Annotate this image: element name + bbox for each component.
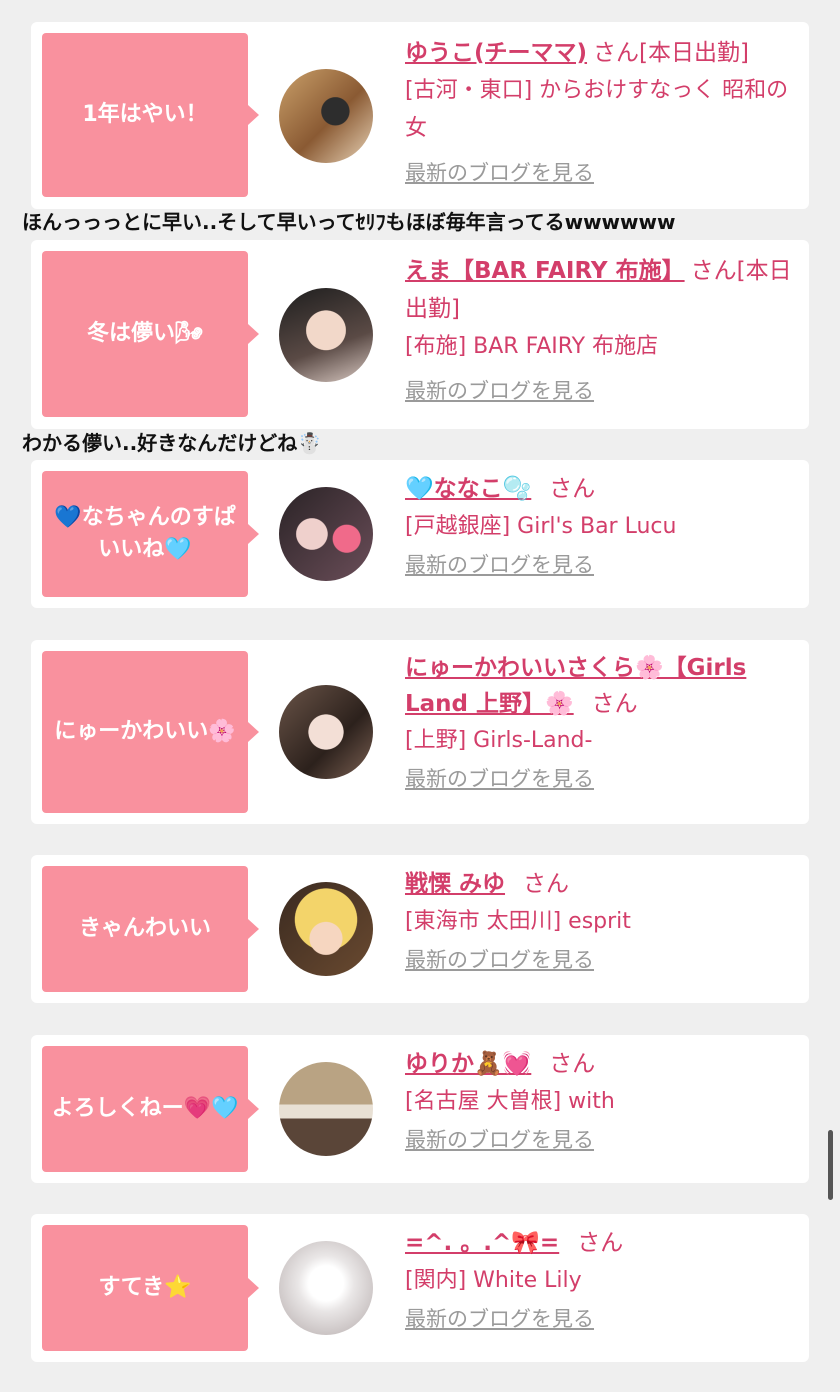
comment-bubble: 冬は儚い🌬: [42, 251, 259, 417]
latest-blog-link[interactable]: 最新のブログを見る: [405, 1304, 594, 1334]
comment-text: わかる儚い..好きなんだけどね☃️: [22, 431, 323, 455]
name-line: えま【BAR FAIRY 布施】 さん[本日出勤]: [405, 252, 795, 328]
honorific: さん: [549, 1051, 596, 1077]
honorific: さん: [549, 476, 596, 502]
user-name-link[interactable]: =^. 。.^🎀=: [405, 1230, 559, 1256]
avatar[interactable]: [279, 685, 373, 779]
comment-bubble: すてき⭐: [42, 1225, 259, 1351]
comment-bubble: にゅーかわいい🌸: [42, 651, 259, 813]
honorific: さん: [591, 691, 638, 717]
user-name-link[interactable]: ゆうこ(チーママ): [405, 40, 587, 66]
shop-text: [布施] BAR FAIRY 布施店: [405, 334, 659, 359]
scrollbar[interactable]: [828, 1130, 833, 1200]
avatar[interactable]: [279, 288, 373, 382]
name-line: ゆうこ(チーママ) さん[本日出勤]: [405, 34, 795, 72]
name-line: =^. 。.^🎀= さん: [405, 1224, 795, 1262]
honorific: さん: [593, 40, 640, 66]
user-name-link[interactable]: ゆりか🧸💓: [405, 1051, 531, 1077]
status-text: [本日出勤]: [639, 40, 749, 66]
latest-blog-link[interactable]: 最新のブログを見る: [405, 550, 594, 580]
avatar[interactable]: [279, 69, 373, 163]
shop-text: [戸越銀座] Girl's Bar Lucu: [405, 514, 677, 539]
latest-blog-link[interactable]: 最新のブログを見る: [405, 945, 594, 975]
shop-text: [名古屋 大曽根] with: [405, 1089, 615, 1114]
shop-text: [関内] White Lily: [405, 1268, 582, 1293]
blog-card[interactable]: よろしくねー💗🩵 ゆりか🧸💓 さん [名古屋 大曽根] with 最新のブログを見…: [31, 1035, 809, 1183]
comment-bubble: 💙なちゃんのすぱいいね🩵: [42, 471, 259, 597]
comment-bubble-text: にゅーかわいい🌸: [54, 719, 236, 744]
blog-card[interactable]: 冬は儚い🌬 えま【BAR FAIRY 布施】 さん[本日出勤] [布施] BAR …: [31, 240, 809, 429]
user-name-link[interactable]: 戦慄 みゆ: [405, 871, 505, 897]
shop-text: [東海市 太田川] esprit: [405, 909, 631, 934]
name-line: 戦慄 みゆ さん: [405, 865, 795, 903]
comment-bubble: よろしくねー💗🩵: [42, 1046, 259, 1172]
blog-card[interactable]: すてき⭐ =^. 。.^🎀= さん [関内] White Lily 最新のブログを…: [31, 1214, 809, 1362]
avatar[interactable]: [279, 1241, 373, 1335]
shop-text: [古河・東口] からおけすなっく 昭和の女: [405, 78, 789, 141]
user-name-link[interactable]: にゅーかわいいさくら🌸【Girls Land 上野】🌸: [405, 655, 746, 717]
name-line: 🩵ななこ🫧 さん: [405, 470, 795, 508]
comment-bubble: 1年はやい！: [42, 33, 259, 197]
shop-text: [上野] Girls-Land-: [405, 728, 593, 753]
blog-card[interactable]: 1年はやい！ ゆうこ(チーママ) さん[本日出勤] [古河・東口] からおけすなっ…: [31, 22, 809, 209]
avatar[interactable]: [279, 882, 373, 976]
latest-blog-link[interactable]: 最新のブログを見る: [405, 376, 594, 406]
comment-bubble-text: すてき⭐: [98, 1275, 192, 1300]
comment-bubble: きゃんわいい: [42, 866, 259, 992]
latest-blog-link[interactable]: 最新のブログを見る: [405, 764, 594, 794]
latest-blog-link[interactable]: 最新のブログを見る: [405, 1125, 594, 1155]
comment-bubble-text: 1年はやい！: [82, 102, 208, 127]
user-name-link[interactable]: えま【BAR FAIRY 布施】: [405, 258, 685, 284]
name-line: ゆりか🧸💓 さん: [405, 1045, 795, 1083]
latest-blog-link[interactable]: 最新のブログを見る: [405, 158, 594, 188]
comment-bubble-text: 冬は儚い🌬: [87, 321, 203, 346]
avatar[interactable]: [279, 1062, 373, 1156]
honorific: さん: [690, 258, 737, 284]
name-line: にゅーかわいいさくら🌸【Girls Land 上野】🌸 さん: [405, 650, 795, 722]
blog-card[interactable]: にゅーかわいい🌸 にゅーかわいいさくら🌸【Girls Land 上野】🌸 さん […: [31, 640, 809, 824]
user-name-link[interactable]: 🩵ななこ🫧: [405, 476, 531, 502]
honorific: さん: [577, 1230, 624, 1256]
blog-card[interactable]: きゃんわいい 戦慄 みゆ さん [東海市 太田川] esprit 最新のブログを見…: [31, 855, 809, 1003]
comment-text: ほんっっっとに早い..そして早いってｾﾘﾌもほぼ毎年言ってるwwwwww: [22, 210, 676, 234]
honorific: さん: [523, 871, 570, 897]
comment-bubble-text: きゃんわいい: [78, 916, 211, 941]
blog-card[interactable]: 💙なちゃんのすぱいいね🩵 🩵ななこ🫧 さん [戸越銀座] Girl's Bar L…: [31, 460, 809, 608]
comment-bubble-text: 💙なちゃんのすぱいいね🩵: [54, 505, 236, 562]
avatar[interactable]: [279, 487, 373, 581]
comment-bubble-text: よろしくねー💗🩵: [51, 1096, 239, 1121]
